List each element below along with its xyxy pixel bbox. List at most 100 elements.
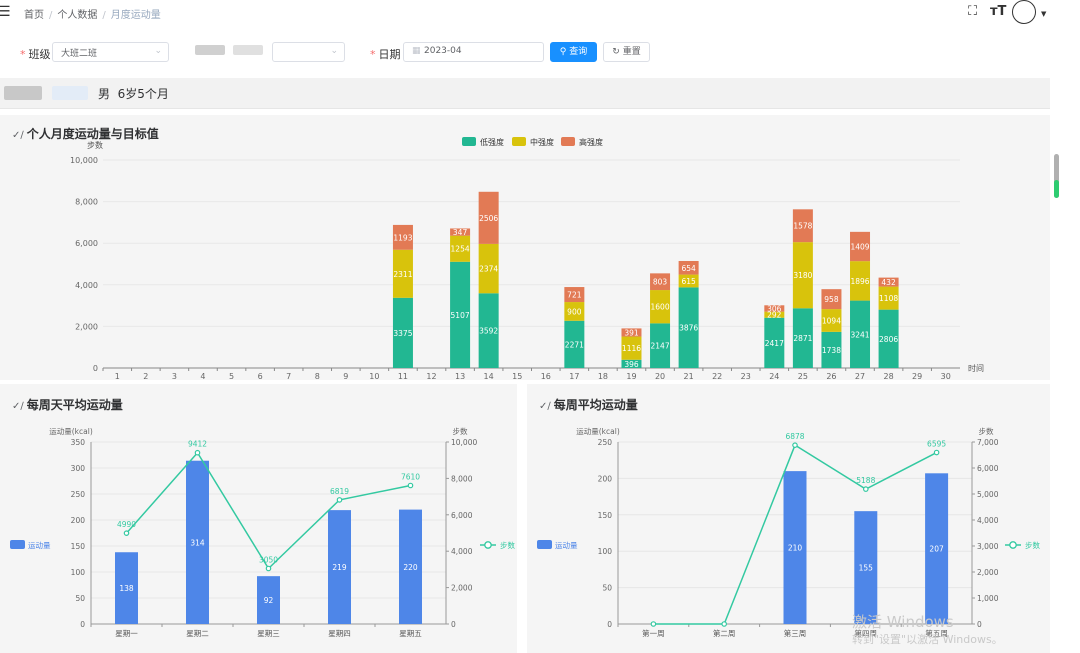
legend-swatch [537, 540, 552, 549]
bar-value-label: 210 [788, 544, 803, 553]
bar-value-label: 900 [567, 307, 582, 316]
y-tick-label: 200 [598, 474, 613, 483]
bar-value-label: 391 [624, 328, 639, 337]
bar-value-label: 3876 [679, 324, 698, 333]
bar-value-label: 3375 [393, 329, 412, 338]
bar-value-label: 1254 [451, 245, 470, 254]
y-tick-label: 350 [71, 438, 86, 447]
date-label: * 日期 [370, 48, 401, 61]
top-navbar: ☰ 首页 / 个人数据 / 月度运动量 ⛶ тT ▼ [0, 0, 1080, 26]
y2-tick-label: 6,000 [977, 464, 999, 473]
x-tick-label: 15 [512, 372, 522, 380]
y-axis-title: 运动量(kcal) [49, 426, 93, 436]
y2-tick-label: 10,000 [451, 438, 477, 447]
legend-label: 运动量 [555, 540, 578, 550]
x-tick-label: 星期一 [115, 629, 138, 638]
legend-label: 步数 [500, 540, 515, 550]
child-age: 6岁5个月 [117, 87, 169, 101]
x-tick-label: 7 [286, 372, 291, 380]
y-tick-label: 8,000 [75, 198, 98, 207]
fullscreen-icon[interactable]: ⛶ [968, 4, 977, 19]
x-tick-label: 23 [741, 372, 751, 380]
weekly-chart-panel: ✓∕ 每周平均运动量 运动量(kcal) 步数 0 50 100 150 200 250 0 1,0… [527, 384, 1050, 653]
legend-swatch [462, 137, 476, 146]
monthly-stacked-bar-chart: 低强度 中强度 高强度 步数时间 0 2,000 4,000 6,000 8,000 10,000… [70, 137, 984, 380]
bar-value-label: 2374 [479, 265, 498, 274]
search-icon: ⚲ [559, 47, 567, 57]
bar-value-label: 615 [681, 277, 696, 286]
avatar[interactable] [1012, 0, 1036, 24]
line-point [194, 449, 201, 456]
class-label: * 班级 [20, 48, 51, 61]
legend-label: 中强度 [530, 137, 554, 147]
x-tick-label: 10 [369, 372, 379, 380]
scroll-indicator [1054, 180, 1059, 198]
bar-value-label: 1116 [622, 344, 641, 353]
bar-value-label: 1094 [822, 316, 841, 325]
line-value-label: 7610 [401, 472, 420, 481]
y2-tick-label: 2,000 [451, 584, 473, 593]
steps-line [125, 451, 411, 570]
class-select[interactable]: 大班二班 ⌄ [52, 42, 169, 62]
windows-watermark-sub: 转到"设置"以激活 Windows。 [852, 633, 1003, 646]
line-value-label: 6819 [330, 487, 349, 496]
x-tick-label: 5 [229, 372, 234, 380]
x-tick-label: 30 [941, 372, 951, 380]
line-point [336, 497, 343, 503]
y-tick-label: 200 [71, 516, 86, 525]
x-tick-label: 星期五 [399, 629, 422, 638]
x-tick-label: 21 [684, 372, 694, 380]
y-tick-label: 50 [75, 594, 85, 603]
line-value-label: 5188 [856, 476, 875, 485]
y2-tick-label: 4,000 [977, 516, 999, 525]
x-tick-label: 17 [569, 372, 579, 380]
line-point [123, 530, 130, 536]
chevron-down-icon[interactable]: ▼ [1041, 10, 1046, 18]
font-size-icon[interactable]: тT [990, 4, 1006, 19]
bar-value-label: 2806 [879, 335, 898, 344]
breadcrumb-home[interactable]: 首页 [24, 10, 44, 21]
x-tick-label: 29 [912, 372, 922, 380]
y-tick-label: 100 [71, 568, 86, 577]
bar-value-label: 2311 [393, 270, 412, 279]
bar-value-label: 219 [332, 563, 347, 572]
chevron-down-icon: ⌄ [154, 46, 162, 56]
bar-value-label: 347 [453, 228, 468, 237]
child-select[interactable]: ⌄ [272, 42, 345, 62]
bar-value-label: 5107 [451, 311, 470, 320]
refresh-icon: ↻ [612, 47, 620, 57]
bar-value-label: 207 [929, 545, 944, 554]
y-tick-label: 10,000 [70, 156, 98, 165]
blurred-name [233, 45, 263, 55]
x-tick-label: 12 [426, 372, 436, 380]
y-tick-label: 0 [607, 620, 612, 629]
bar-value-label: 2271 [565, 340, 584, 349]
line-value-label: 9412 [188, 440, 207, 449]
child-gender: 男 [98, 87, 111, 101]
y2-tick-label: 0 [977, 620, 982, 629]
bar-value-label: 3592 [479, 327, 498, 336]
bar-value-label: 1409 [850, 242, 869, 251]
chevron-down-icon: ⌄ [330, 46, 338, 56]
monthly-chart-panel: ✓∕ 个人月度运动量与目标值 低强度 中强度 高强度 步数 时间 0 2,000 4,000 6,… [0, 115, 1050, 380]
breadcrumb-personal-data[interactable]: 个人数据 [57, 10, 97, 21]
date-picker[interactable]: ▦ 2023-04 [403, 42, 544, 62]
query-button[interactable]: ⚲ 查询 [550, 42, 597, 62]
y-axis-title: 运动量(kcal) [576, 426, 620, 436]
line-point [721, 621, 728, 627]
blurred-avatar [4, 86, 42, 100]
bar-value-label: 3241 [850, 330, 869, 339]
y2-axis-title: 步数 [453, 426, 468, 436]
y-tick-label: 100 [598, 547, 613, 556]
y2-axis-title: 步数 [979, 426, 994, 436]
y-tick-label: 250 [71, 490, 86, 499]
x-tick-label: 13 [455, 372, 465, 380]
reset-button[interactable]: ↻ 重置 [603, 42, 650, 62]
calendar-icon: ▦ [412, 46, 421, 56]
class-select-value: 大班二班 [61, 49, 98, 59]
bar-value-label: 803 [653, 278, 668, 287]
hamburger-menu-icon[interactable]: ☰ [0, 4, 11, 20]
x-tick-label: 20 [655, 372, 665, 380]
line-value-label: 6878 [785, 432, 804, 441]
child-info: 男 6岁5个月 [98, 85, 169, 102]
